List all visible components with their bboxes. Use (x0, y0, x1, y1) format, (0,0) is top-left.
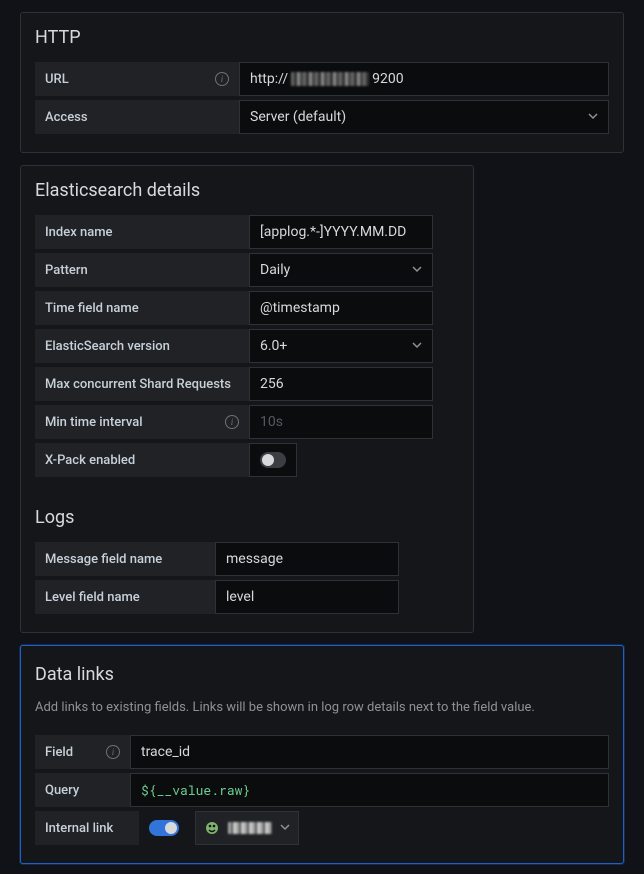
datalinks-title: Data links (35, 664, 609, 685)
xpack-label: X-Pack enabled (35, 443, 249, 477)
mininterval-row: Min time interval i 10s (35, 405, 459, 439)
datalinks-subtext: Add links to existing fields. Links will… (35, 699, 609, 717)
redacted-datasource-name (228, 822, 272, 834)
msgfield-label: Message field name (35, 542, 215, 576)
chevron-down-icon (280, 820, 290, 836)
url-label: URL i (35, 62, 239, 96)
index-input[interactable]: [applog.*-]YYYY.MM.DD (249, 215, 433, 249)
levelfield-row: Level field name level (35, 580, 459, 614)
chevron-down-icon (588, 109, 598, 125)
mininterval-label: Min time interval i (35, 405, 249, 439)
version-select[interactable]: 6.0+ (249, 329, 433, 363)
dl-field-label: Field i (35, 735, 130, 769)
es-title: Elasticsearch details (35, 180, 459, 201)
version-label: ElasticSearch version (35, 329, 249, 363)
mininterval-input[interactable]: 10s (249, 405, 433, 439)
chevron-down-icon (412, 338, 422, 354)
datasource-select[interactable] (195, 811, 299, 845)
datasource-icon (204, 820, 220, 836)
maxshard-input[interactable]: 256 (249, 367, 433, 401)
pattern-select[interactable]: Daily (249, 253, 433, 287)
xpack-toggle[interactable] (260, 452, 286, 468)
info-icon[interactable]: i (106, 745, 120, 759)
levelfield-label: Level field name (35, 580, 215, 614)
dl-field-row: Field i trace_id (35, 735, 609, 769)
dl-query-input[interactable]: ${__value.raw} (130, 773, 609, 807)
redacted-host (291, 72, 369, 86)
datalinks-panel: Data links Add links to existing fields.… (20, 645, 624, 864)
access-select[interactable]: Server (default) (239, 100, 609, 134)
logs-title: Logs (35, 507, 459, 528)
xpack-row: X-Pack enabled (35, 443, 459, 477)
msgfield-input[interactable]: message (215, 542, 399, 576)
internal-toggle-cell (139, 811, 189, 845)
http-title: HTTP (35, 27, 609, 48)
url-input[interactable]: http://9200 (239, 62, 609, 96)
pattern-row: Pattern Daily (35, 253, 459, 287)
index-row: Index name [applog.*-]YYYY.MM.DD (35, 215, 459, 249)
chevron-down-icon (412, 262, 422, 278)
dl-query-row: Query ${__value.raw} (35, 773, 609, 807)
es-panel: Elasticsearch details Index name [applog… (20, 165, 474, 633)
maxshard-row: Max concurrent Shard Requests 256 (35, 367, 459, 401)
info-icon[interactable]: i (225, 415, 239, 429)
levelfield-input[interactable]: level (215, 580, 399, 614)
xpack-toggle-cell (249, 443, 297, 477)
dl-query-label: Query (35, 773, 130, 807)
pattern-label: Pattern (35, 253, 249, 287)
maxshard-label: Max concurrent Shard Requests (35, 367, 249, 401)
access-label: Access (35, 100, 239, 134)
version-row: ElasticSearch version 6.0+ (35, 329, 459, 363)
timefield-row: Time field name @timestamp (35, 291, 459, 325)
http-panel: HTTP URL i http://9200 Access Server (de… (20, 12, 624, 153)
timefield-label: Time field name (35, 291, 249, 325)
dl-internal-row: Internal link (35, 811, 609, 845)
dl-field-input[interactable]: trace_id (130, 735, 609, 769)
url-row: URL i http://9200 (35, 62, 609, 96)
dl-internal-label: Internal link (35, 811, 139, 845)
index-label: Index name (35, 215, 249, 249)
info-icon[interactable]: i (215, 72, 229, 86)
timefield-input[interactable]: @timestamp (249, 291, 433, 325)
access-row: Access Server (default) (35, 100, 609, 134)
msgfield-row: Message field name message (35, 542, 459, 576)
internal-link-toggle[interactable] (149, 820, 179, 836)
